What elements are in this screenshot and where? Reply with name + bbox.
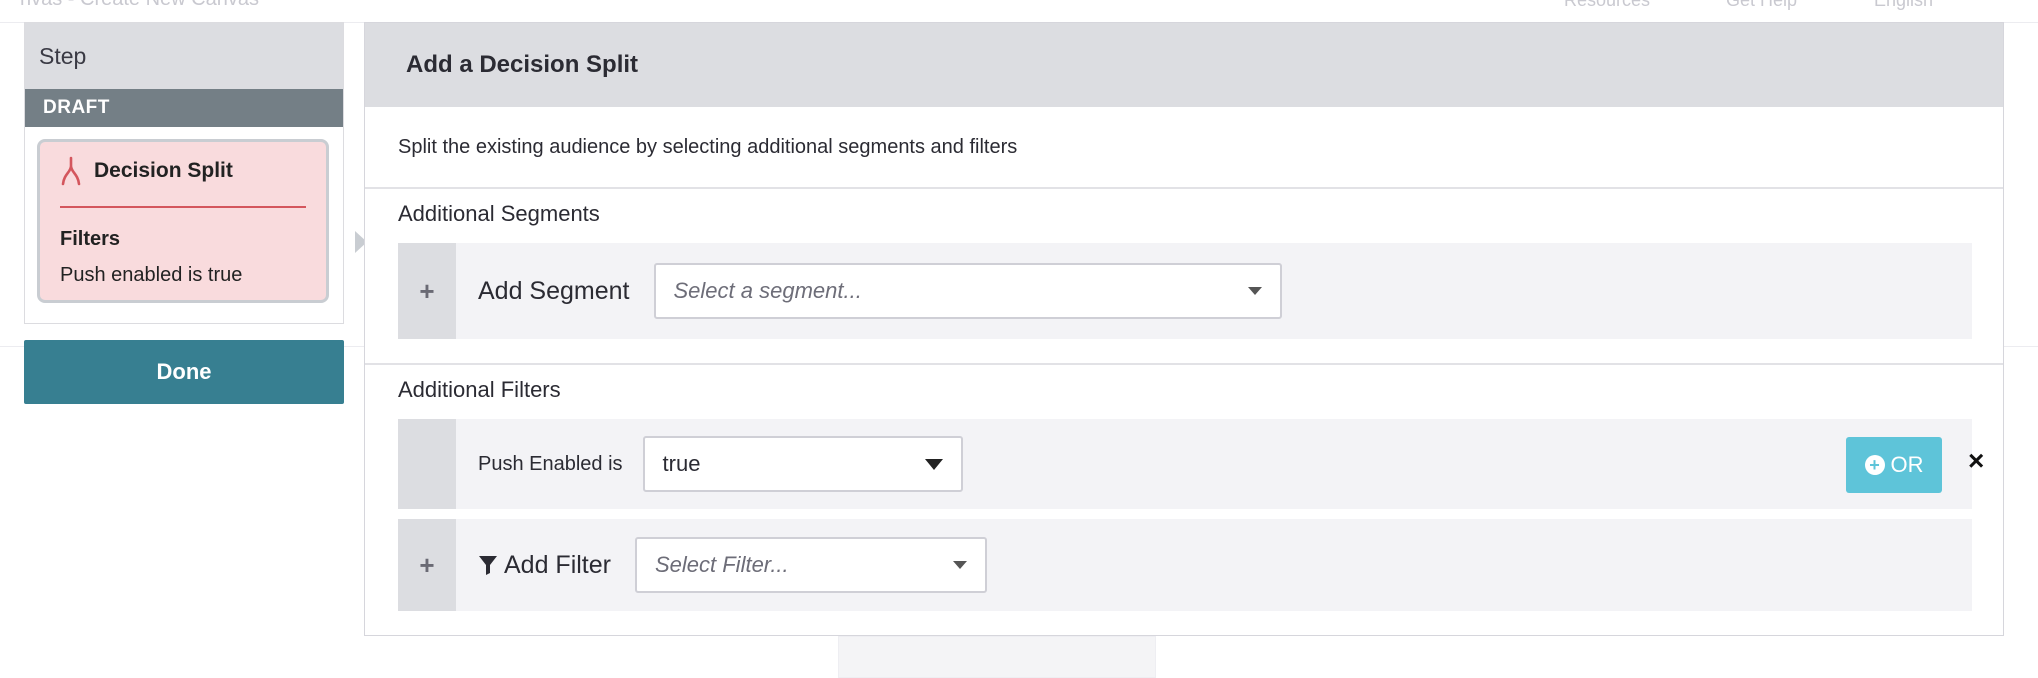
filter-row: Push Enabled is true + OR × [398, 419, 1984, 509]
background-title: nvas - Create New Canvas [20, 0, 259, 11]
decision-split-icon [61, 156, 81, 186]
add-filter-label: Add Filter [504, 550, 611, 579]
plus-icon: + [398, 243, 456, 339]
close-icon[interactable]: × [1968, 447, 1984, 475]
filter-value-select[interactable]: true [642, 436, 963, 492]
decision-split-modal: Add a Decision Split Split the existing … [364, 22, 2004, 636]
filter-select-placeholder: Select Filter... [654, 552, 789, 577]
or-label: OR [1890, 452, 1924, 477]
filter-select[interactable]: Select Filter... [634, 537, 987, 593]
funnel-icon [479, 556, 497, 575]
chevron-down-icon [1247, 287, 1262, 295]
step-panel: Step DRAFT Decision Split Filters Push e… [24, 22, 367, 324]
add-segment-label: Add Segment [478, 276, 630, 305]
add-segment-row: + Add Segment Select a segment... [398, 243, 1972, 339]
background-nav-resources: Resources [1564, 0, 1651, 10]
draft-status-bar: DRAFT [25, 89, 343, 127]
plus-icon: + [398, 519, 456, 611]
background-nav-language: English [1874, 0, 1934, 10]
chevron-down-icon [924, 458, 943, 470]
filter-value: true [662, 451, 701, 476]
modal-description: Split the existing audience by selecting… [365, 107, 2003, 189]
filter-condition-label: Push Enabled is [478, 452, 623, 475]
background-nav-help: Get Help [1726, 0, 1798, 10]
add-filter-row: + Add Filter Select Filter... [398, 519, 1972, 611]
background-topbar: nvas - Create New Canvas Resources Get H… [0, 0, 2038, 23]
modal-title: Add a Decision Split [365, 23, 2003, 107]
done-button[interactable]: Done [24, 340, 344, 404]
step-header: Step [25, 23, 343, 89]
or-button[interactable]: + OR [1846, 437, 1942, 493]
chevron-down-icon [952, 561, 967, 569]
decision-split-title: Decision Split [94, 159, 233, 182]
card-divider [60, 206, 306, 208]
plus-circle-icon: + [1864, 455, 1885, 475]
segments-section-title: Additional Segments [398, 201, 600, 226]
filter-summary: Push enabled is true [60, 264, 243, 286]
section-divider [365, 363, 2003, 365]
filters-section-title: Additional Filters [398, 377, 561, 402]
segment-select-placeholder: Select a segment... [673, 278, 862, 303]
segment-select[interactable]: Select a segment... [653, 263, 1282, 319]
decision-split-card[interactable]: Decision Split Filters Push enabled is t… [37, 139, 329, 303]
background-card [838, 636, 1156, 678]
filters-label: Filters [60, 228, 121, 250]
filter-row-gutter [398, 419, 456, 509]
